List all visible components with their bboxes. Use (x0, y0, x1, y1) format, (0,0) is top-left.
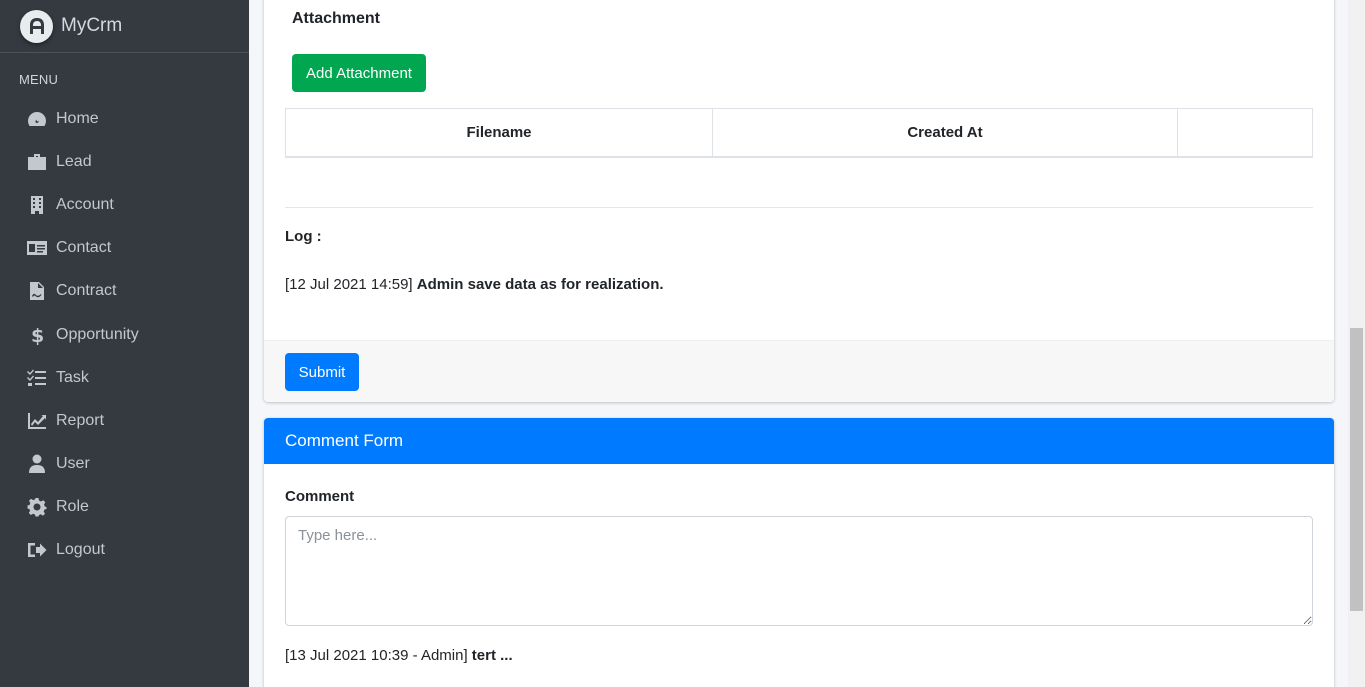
sidebar-item-task[interactable]: Task (8, 356, 241, 399)
attachment-title: Attachment (292, 10, 381, 27)
comment-entry-text: tert ... (471, 647, 513, 664)
user-icon (26, 453, 48, 475)
page-scrollbar[interactable] (1348, 0, 1365, 687)
log-entry-timestamp: [12 Jul 2021 14:59] (285, 276, 413, 293)
sidebar-item-home[interactable]: Home (8, 97, 241, 140)
sidebar-item-role[interactable]: Role (8, 486, 241, 529)
sidebar-item-lead[interactable]: Lead (8, 140, 241, 183)
attachment-table: Filename Created At (285, 108, 1313, 158)
add-attachment-button[interactable]: Add Attachment (292, 54, 426, 92)
column-header-actions (1178, 109, 1312, 156)
sidebar-item-label: Lead (56, 152, 92, 170)
divider (285, 207, 1313, 208)
log-entry-text: Admin save data as for realization. (416, 276, 664, 293)
menu-header: MENU (19, 72, 59, 87)
sidebar-item-contact[interactable]: Contact (8, 227, 241, 270)
tasks-icon (26, 367, 48, 389)
comment-input[interactable] (285, 516, 1313, 626)
sidebar-item-label: Opportunity (56, 325, 139, 343)
column-header-filename[interactable]: Filename (286, 109, 713, 156)
file-contract-icon (26, 280, 48, 302)
card-footer: Submit (264, 340, 1334, 402)
svg-text:$: $ (31, 325, 44, 345)
sidebar-item-label: User (56, 455, 90, 473)
sidebar-item-contract[interactable]: Contract (8, 270, 241, 313)
dollar-icon: $ (26, 324, 48, 346)
sidebar-item-label: Contact (56, 239, 112, 257)
brand[interactable]: MyCrm (0, 0, 249, 53)
sidebar-item-logout[interactable]: Logout (8, 529, 241, 572)
comment-label: Comment (285, 488, 355, 505)
sidebar-item-report[interactable]: Report (8, 399, 241, 442)
sidebar-item-opportunity[interactable]: $ Opportunity (8, 313, 241, 356)
comment-form-header: Comment Form (264, 418, 1334, 464)
sidebar-item-label: Home (56, 109, 99, 127)
sidebar-item-label: Report (56, 411, 105, 429)
detail-card: Attachment Add Attachment Filename Creat… (264, 0, 1334, 402)
submit-button[interactable]: Submit (285, 353, 359, 391)
sidebar-item-label: Logout (56, 541, 105, 559)
comment-entry: [13 Jul 2021 10:39 - Admin] tert ... (285, 647, 513, 664)
column-header-created-at[interactable]: Created At (713, 109, 1178, 156)
scrollbar-thumb[interactable] (1350, 328, 1363, 611)
brand-name: MyCrm (61, 15, 123, 36)
comment-entry-meta: [13 Jul 2021 10:39 - Admin] (285, 647, 468, 664)
address-card-icon (26, 237, 48, 259)
log-entry: [12 Jul 2021 14:59] Admin save data as f… (285, 276, 664, 293)
sidebar-nav: Home Lead Account Contact Contract $ Opp… (0, 97, 249, 572)
sidebar-item-label: Role (56, 498, 89, 516)
gear-icon (26, 496, 48, 518)
building-icon (26, 194, 48, 216)
brand-logo-icon (20, 9, 53, 43)
dashboard-icon (26, 108, 48, 130)
sidebar-item-user[interactable]: User (8, 443, 241, 486)
sidebar-item-label: Task (56, 368, 89, 386)
sidebar-item-label: Contract (56, 282, 117, 300)
sidebar-item-account[interactable]: Account (8, 183, 241, 226)
log-title: Log : (285, 228, 322, 245)
comment-form-card: Comment Form Comment [13 Jul 2021 10:39 … (264, 418, 1334, 687)
briefcase-icon (26, 151, 48, 173)
chart-line-icon (26, 410, 48, 432)
sign-out-icon (26, 539, 48, 561)
sidebar-item-label: Account (56, 195, 114, 213)
sidebar: MyCrm MENU Home Lead Account Contact Con… (0, 0, 249, 687)
